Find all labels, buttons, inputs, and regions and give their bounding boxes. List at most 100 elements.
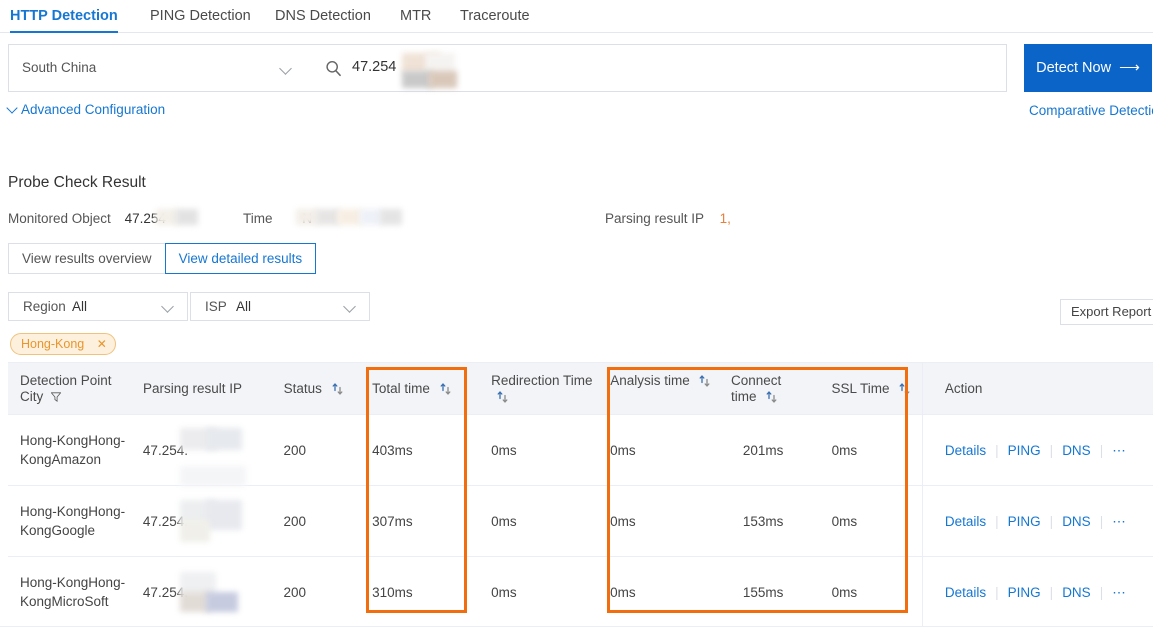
redacted-block — [206, 592, 238, 612]
comparative-detection-link[interactable]: Comparative Detection — [1029, 103, 1153, 118]
sort-icon[interactable] — [497, 391, 508, 403]
ping-link[interactable]: PING — [1008, 512, 1041, 531]
column-header-connect-time[interactable]: Connect time — [731, 363, 810, 414]
column-header-ssl-time[interactable]: SSL Time — [810, 363, 922, 414]
column-header-label: Parsing result IP — [142, 381, 242, 396]
divider: | — [1049, 513, 1054, 529]
more-actions-icon[interactable]: ⋯ — [1112, 583, 1127, 602]
cell-ssl-time: 0ms — [831, 513, 858, 529]
tab-http-detection[interactable]: HTTP Detection — [10, 0, 118, 33]
view-detailed-results-button[interactable]: View detailed results — [164, 243, 317, 274]
view-results-overview-button[interactable]: View results overview — [8, 243, 166, 274]
detect-now-button[interactable]: Detect Now ⟶ — [1024, 44, 1152, 92]
tab-dns-detection[interactable]: DNS Detection — [275, 0, 371, 32]
cell-ssl-time: 0ms — [831, 442, 858, 458]
more-actions-icon[interactable]: ⋯ — [1112, 512, 1127, 531]
export-report-button[interactable]: Export Report — [1060, 299, 1153, 325]
search-icon — [326, 60, 341, 77]
isp-filter-select[interactable]: ISP All — [190, 292, 370, 321]
filter-icon[interactable] — [51, 392, 62, 402]
advanced-configuration-toggle[interactable]: Advanced Configuration — [8, 102, 165, 117]
cell-connect-time: 201ms — [742, 442, 784, 458]
redacted-block — [206, 428, 242, 450]
column-header-detection-point-city[interactable]: Detection Point City — [8, 363, 131, 414]
details-link[interactable]: Details — [945, 583, 986, 602]
ping-link[interactable]: PING — [1008, 441, 1041, 460]
column-header-label: Action — [944, 381, 983, 396]
detection-type-tabs: HTTP Detection PING Detection DNS Detect… — [0, 0, 1153, 33]
redacted-block — [429, 71, 457, 88]
column-header-label: Status — [283, 381, 322, 396]
sort-icon[interactable] — [899, 383, 910, 395]
column-header-total-time[interactable]: Total time — [360, 363, 479, 414]
page-title: Probe Check Result — [8, 174, 146, 191]
page-root: HTTP Detection PING Detection DNS Detect… — [0, 0, 1153, 630]
search-input[interactable]: 47.254 — [307, 44, 1007, 92]
column-header-status[interactable]: Status — [272, 363, 361, 414]
region-select-value: South China — [22, 60, 97, 75]
redacted-block — [316, 209, 340, 225]
cell-total-time: 403ms — [372, 442, 413, 458]
cell-total-time: 310ms — [372, 584, 413, 600]
redacted-block — [360, 209, 382, 225]
cell-ssl-time: 0ms — [831, 584, 858, 600]
cell-redirection-time: 0ms — [491, 513, 517, 529]
cell-analysis-time: 0ms — [610, 584, 636, 600]
tab-traceroute[interactable]: Traceroute — [460, 0, 530, 32]
cell-redirection-time: 0ms — [491, 584, 517, 600]
sort-icon[interactable] — [332, 383, 343, 395]
divider: | — [1049, 442, 1054, 458]
divider: | — [995, 513, 999, 529]
cell-connect-time: 153ms — [742, 513, 784, 529]
redacted-block — [380, 209, 402, 225]
isp-filter-value: All — [236, 299, 252, 314]
column-header-analysis-time[interactable]: Analysis time — [598, 363, 731, 414]
cell-redirection-time: 0ms — [491, 442, 517, 458]
tab-mtr[interactable]: MTR — [400, 0, 431, 32]
table-header-row: Detection Point City Parsing result IP S… — [8, 363, 1153, 415]
column-header-label: Analysis time — [610, 373, 690, 388]
sort-icon[interactable] — [766, 391, 777, 403]
column-header-label: Detection Point City — [20, 373, 112, 404]
monitored-object-label: Monitored Object — [8, 211, 111, 226]
cell-status: 200 — [283, 584, 307, 600]
chevron-down-icon — [162, 300, 176, 314]
redacted-block — [296, 209, 318, 225]
bottom-divider — [0, 626, 1153, 630]
cell-action: Details | PING | DNS | ⋯ — [921, 486, 1153, 556]
redacted-block — [338, 209, 362, 225]
close-icon[interactable]: ✕ — [97, 337, 107, 351]
detect-now-label: Detect Now — [1036, 60, 1112, 76]
column-header-label: SSL Time — [831, 381, 890, 396]
arrow-right-icon: ⟶ — [1119, 60, 1140, 76]
row-action-links: Details | PING | DNS | ⋯ — [945, 583, 1127, 602]
cell-analysis-time: 0ms — [610, 513, 636, 529]
column-header-label: Total time — [372, 381, 430, 396]
region-select[interactable]: South China — [8, 44, 308, 92]
divider: | — [995, 442, 999, 458]
more-actions-icon[interactable]: ⋯ — [1112, 441, 1127, 460]
parsing-result-ip-field: Parsing result IP 1, — [605, 211, 731, 226]
tab-ping-detection[interactable]: PING Detection — [150, 0, 251, 32]
region-filter-label: Region — [23, 299, 66, 314]
row-action-links: Details | PING | DNS | ⋯ — [945, 512, 1127, 531]
chevron-down-icon — [344, 300, 358, 314]
filter-chip-hong-kong[interactable]: Hong-Kong ✕ — [10, 333, 116, 355]
details-link[interactable]: Details — [945, 441, 986, 460]
dns-link[interactable]: DNS — [1062, 512, 1091, 531]
details-link[interactable]: Details — [945, 512, 986, 531]
sort-icon[interactable] — [699, 375, 710, 387]
sort-icon[interactable] — [440, 383, 451, 395]
cell-connect-time: 155ms — [742, 584, 784, 600]
dns-link[interactable]: DNS — [1062, 441, 1091, 460]
region-filter-select[interactable]: Region All — [8, 292, 188, 321]
ping-link[interactable]: PING — [1008, 583, 1041, 602]
redacted-block — [180, 466, 246, 486]
chevron-down-icon — [8, 104, 18, 114]
column-header-parsing-result-ip[interactable]: Parsing result IP — [131, 363, 272, 414]
dns-link[interactable]: DNS — [1062, 583, 1091, 602]
advanced-configuration-label: Advanced Configuration — [21, 102, 166, 117]
divider: | — [1099, 442, 1104, 458]
parsing-result-ip-value: 1, — [719, 211, 731, 226]
column-header-redirection-time[interactable]: Redirection Time — [479, 363, 598, 414]
